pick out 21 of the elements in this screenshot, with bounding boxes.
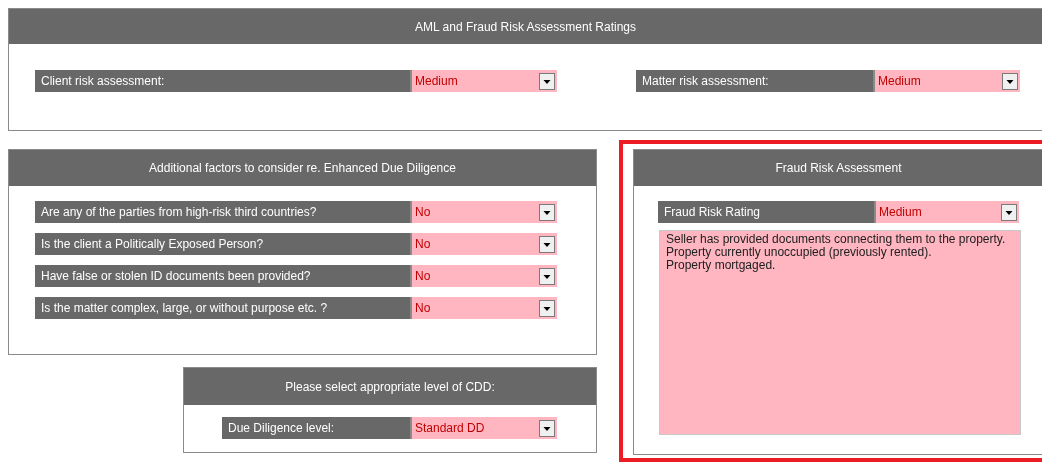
field-label: Is the client a Politically Exposed Person? bbox=[35, 233, 410, 255]
panel-header: Fraud Risk Assessment bbox=[634, 150, 1042, 186]
panel-header: Please select appropriate level of CDD: bbox=[184, 368, 596, 405]
field-label: Fraud Risk Rating bbox=[658, 201, 874, 223]
field-label: Matter risk assessment: bbox=[636, 70, 873, 92]
field-label: Due Diligence level: bbox=[222, 417, 410, 439]
dropdown[interactable]: No bbox=[410, 297, 557, 319]
panel-header: Additional factors to consider re. Enhanced Due Diligence bbox=[9, 150, 596, 186]
dropdown[interactable]: No bbox=[410, 233, 557, 255]
field-label: Client risk assessment: bbox=[35, 70, 410, 92]
dropdown[interactable]: Standard DD bbox=[410, 417, 557, 439]
dropdown[interactable]: No bbox=[410, 265, 557, 287]
panel-header: AML and Fraud Risk Assessment Ratings bbox=[9, 9, 1042, 44]
dropdown[interactable]: Medium bbox=[874, 201, 1019, 223]
dropdown[interactable]: Medium bbox=[410, 70, 557, 92]
field-label: Are any of the parties from high-risk third countries? bbox=[35, 201, 410, 223]
field-label: Is the matter complex, large, or without purpose etc. ? bbox=[35, 297, 410, 319]
dropdown[interactable]: Medium bbox=[873, 70, 1020, 92]
field-label: Have false or stolen ID documents been provided? bbox=[35, 265, 410, 287]
dropdown[interactable]: No bbox=[410, 201, 557, 223]
notes-textarea[interactable]: Seller has provided documents connecting them to the property. Property currently unoccupied (previously rented). Property mortgaged. bbox=[659, 230, 1021, 435]
